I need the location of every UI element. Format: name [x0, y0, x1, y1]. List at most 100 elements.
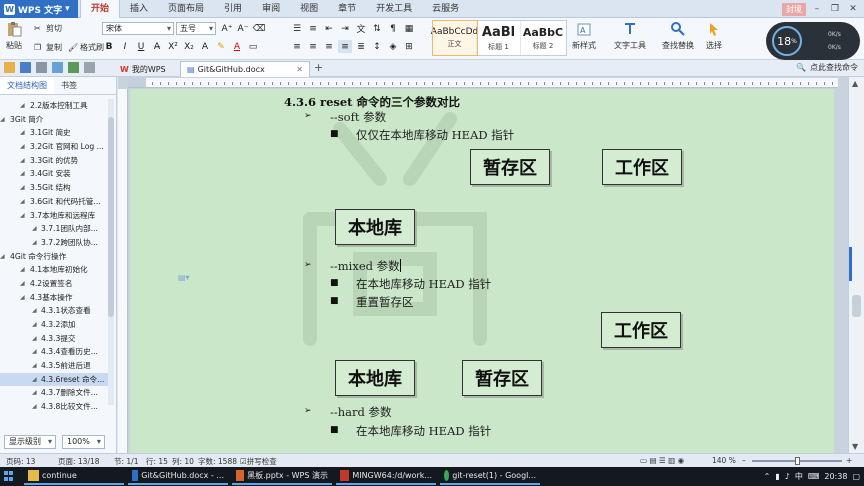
tab-references[interactable]: 引用: [214, 0, 252, 18]
underline-icon[interactable]: U: [134, 40, 148, 53]
collapse-toggle-icon[interactable]: ◢: [32, 386, 37, 400]
task-wps-writer[interactable]: Git&GitHub.docx - ...: [128, 468, 228, 485]
start-icon[interactable]: [2, 469, 16, 483]
tab-home[interactable]: 开始: [80, 0, 121, 18]
select-button[interactable]: 选择: [706, 21, 722, 51]
scroll-up-icon[interactable]: ▲: [852, 79, 858, 88]
scroll-down-icon[interactable]: ▼: [852, 442, 858, 451]
align-center-icon[interactable]: ≡: [306, 40, 320, 53]
nav-item[interactable]: ◢ 4.3.3提交: [0, 332, 108, 346]
collapse-toggle-icon[interactable]: ◢: [32, 400, 37, 414]
style-normal[interactable]: AaBbCcDd 正文: [431, 20, 478, 56]
font-size-select[interactable]: 五号: [176, 22, 216, 35]
login-button[interactable]: 封境: [782, 2, 806, 16]
tab-document-map[interactable]: 文档结构图: [0, 77, 54, 94]
save-icon[interactable]: [20, 62, 31, 73]
chinese-layout-icon[interactable]: 文: [354, 22, 368, 35]
task-mingw[interactable]: MINGW64:/d/work...: [336, 468, 436, 485]
bullets-icon[interactable]: ☰: [290, 22, 304, 35]
nav-item[interactable]: ◢ 3.7.1团队内部...: [0, 222, 108, 236]
shrink-font-icon[interactable]: A⁻: [236, 22, 250, 35]
clear-format-icon[interactable]: ⌫: [252, 22, 266, 35]
vertical-scrollbar[interactable]: ▲ ▼: [848, 77, 864, 453]
sort-icon[interactable]: ⇅: [370, 22, 384, 35]
nav-item[interactable]: ◢ 4Git 命令行操作: [0, 250, 108, 264]
collapse-toggle-icon[interactable]: ◢: [20, 154, 25, 168]
task-continue[interactable]: continue: [24, 468, 124, 485]
nav-item[interactable]: ◢ 2.2版本控制工具: [0, 99, 108, 113]
border-icon[interactable]: ⊞: [402, 40, 416, 53]
tab-bookmarks[interactable]: 书签: [54, 77, 84, 94]
add-tab-icon[interactable]: +: [314, 61, 323, 74]
tab-cloud[interactable]: 云服务: [422, 0, 469, 18]
collapse-toggle-icon[interactable]: ◢: [20, 195, 25, 209]
tab-developer[interactable]: 开发工具: [366, 0, 422, 18]
collapse-toggle-icon[interactable]: ◢: [32, 318, 37, 332]
collapse-toggle-icon[interactable]: ◢: [20, 263, 25, 277]
cut-button[interactable]: ✂ 剪切: [34, 23, 62, 34]
subscript-icon[interactable]: X₂: [182, 40, 196, 53]
scroll-thumb[interactable]: [852, 295, 861, 317]
text-effect-icon[interactable]: A: [198, 40, 212, 53]
display-level-select[interactable]: 显示级别: [4, 435, 56, 449]
style-heading-2[interactable]: AaBbC 标题 2: [521, 21, 565, 55]
print-icon[interactable]: [36, 62, 47, 73]
distribute-icon[interactable]: ≣: [354, 40, 368, 53]
nav-item[interactable]: ◢ 4.3基本操作: [0, 291, 108, 305]
font-family-select[interactable]: 宋体: [102, 22, 174, 35]
outline-view-icon[interactable]: ☰: [659, 456, 666, 465]
collapse-toggle-icon[interactable]: ◢: [20, 181, 25, 195]
doc-tab-my-wps[interactable]: W 我的WPS: [114, 61, 172, 77]
vertical-ruler[interactable]: [118, 89, 128, 453]
copy-button[interactable]: ❐ 复制: [34, 42, 62, 53]
minimize-icon[interactable]: –: [810, 2, 824, 16]
collapse-toggle-icon[interactable]: ◢: [20, 291, 25, 305]
nav-item[interactable]: ◢ 3.7本地库和远程库: [0, 209, 108, 223]
nav-item[interactable]: ◢ 4.3.6reset 命令...: [0, 372, 108, 387]
collapse-toggle-icon[interactable]: ◢: [0, 250, 5, 264]
task-wps-presentation[interactable]: 黑板.pptx - WPS 演示: [232, 468, 332, 485]
nav-item[interactable]: ◢ 4.3.4查看历史...: [0, 345, 108, 359]
nav-zoom-select[interactable]: 100%: [62, 435, 105, 449]
font-color-icon[interactable]: A: [230, 40, 244, 53]
undo-icon[interactable]: [68, 62, 79, 73]
collapse-toggle-icon[interactable]: ◢: [20, 167, 25, 181]
collapse-toggle-icon[interactable]: ◢: [32, 304, 37, 318]
keyboard-icon[interactable]: ⌨: [808, 472, 820, 481]
superscript-icon[interactable]: X²: [166, 40, 180, 53]
close-tab-icon[interactable]: ✕: [296, 62, 303, 77]
eye-icon[interactable]: ◉: [678, 456, 685, 465]
nav-item[interactable]: ◢ 3.3Git 的优势: [0, 154, 108, 168]
spell-check-toggle[interactable]: ☑拼写检查: [240, 456, 277, 467]
tab-review[interactable]: 审阅: [252, 0, 290, 18]
zoom-in-icon[interactable]: +: [846, 456, 852, 465]
nav-item[interactable]: ◢ 3.7.2跨团队协...: [0, 236, 108, 250]
strikethrough-icon[interactable]: A̶: [150, 40, 164, 53]
tab-section[interactable]: 章节: [328, 0, 366, 18]
italic-icon[interactable]: I: [118, 40, 132, 53]
collapse-toggle-icon[interactable]: ◢: [32, 345, 37, 359]
volume-icon[interactable]: ♪: [785, 472, 790, 481]
nav-item[interactable]: ◢ 3.4Git 安装: [0, 167, 108, 181]
zoom-slider-knob[interactable]: [795, 457, 800, 465]
nav-item[interactable]: ◢ 3.2Git 官网和 Log ...: [0, 140, 108, 154]
doc-tab-git-github[interactable]: ▤ Git&GitHub.docx ✕: [180, 61, 310, 77]
shading-icon[interactable]: ◈: [386, 40, 400, 53]
nav-item[interactable]: ◢ 4.3.7删除文件...: [0, 386, 108, 400]
zoom-out-icon[interactable]: –: [742, 456, 746, 465]
collapse-toggle-icon[interactable]: ◢: [20, 140, 25, 154]
table-icon[interactable]: ▦: [402, 22, 416, 35]
tab-view[interactable]: 视图: [290, 0, 328, 18]
collapse-toggle-icon[interactable]: ◢: [32, 222, 37, 236]
paragraph-options-icon[interactable]: ▤▾: [178, 273, 190, 282]
char-border-icon[interactable]: ▭: [246, 40, 260, 53]
notification-icon[interactable]: ▢: [852, 472, 860, 481]
preview-icon[interactable]: [52, 62, 63, 73]
nav-item[interactable]: ◢ 3.5Git 结构: [0, 181, 108, 195]
nav-scroll-thumb[interactable]: [108, 117, 114, 317]
command-search[interactable]: 🔍 点此查找命令: [796, 62, 858, 73]
nav-item[interactable]: ◢ 3Git 简介: [0, 113, 108, 127]
collapse-toggle-icon[interactable]: ◢: [20, 277, 25, 291]
collapse-toggle-icon[interactable]: ◢: [32, 332, 37, 346]
collapse-toggle-icon[interactable]: ◢: [20, 126, 25, 140]
